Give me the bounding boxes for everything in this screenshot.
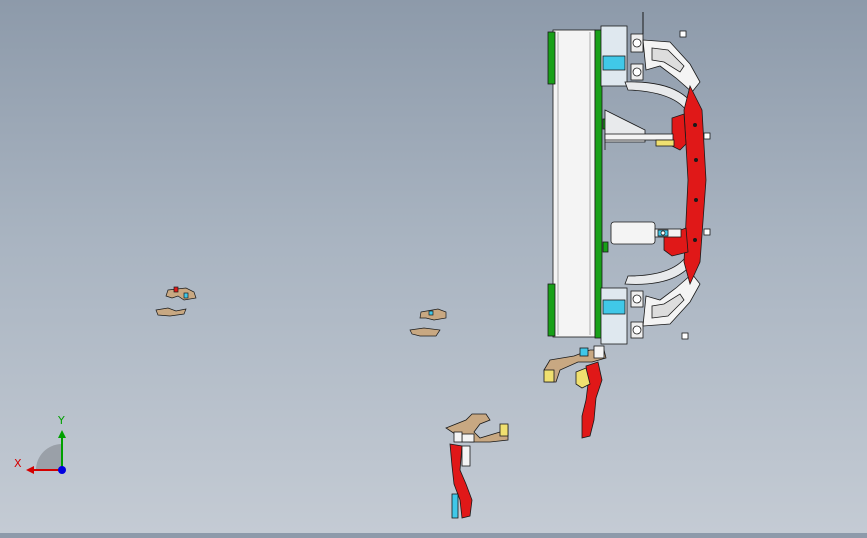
red-curved-locator xyxy=(683,84,707,286)
cad-viewport[interactable] xyxy=(0,0,867,533)
base-plate xyxy=(552,29,596,338)
coordinate-triad xyxy=(26,430,66,474)
upper-rod xyxy=(604,133,674,141)
lower-cylinder xyxy=(610,221,656,245)
red-clamp-middle[interactable] xyxy=(445,413,509,519)
tan-bracket-left-lower[interactable] xyxy=(155,307,187,317)
fixture-assembly[interactable] xyxy=(547,12,711,345)
triad-plane xyxy=(36,444,62,470)
mount-block-bottom xyxy=(600,287,628,345)
red-clamp-right[interactable] xyxy=(543,345,607,439)
tan-bracket-left-upper[interactable] xyxy=(165,286,197,301)
triad-z-axis xyxy=(58,466,66,474)
green-rail-left-bottom xyxy=(547,283,556,337)
tan-bracket-middle-upper[interactable] xyxy=(419,308,447,321)
green-rail-left-top xyxy=(547,31,556,85)
triad-x-label: X xyxy=(14,457,22,470)
model-canvas[interactable] xyxy=(0,0,867,533)
triad-y-label: Y xyxy=(58,414,65,427)
tan-bracket-middle-lower[interactable] xyxy=(409,327,441,337)
